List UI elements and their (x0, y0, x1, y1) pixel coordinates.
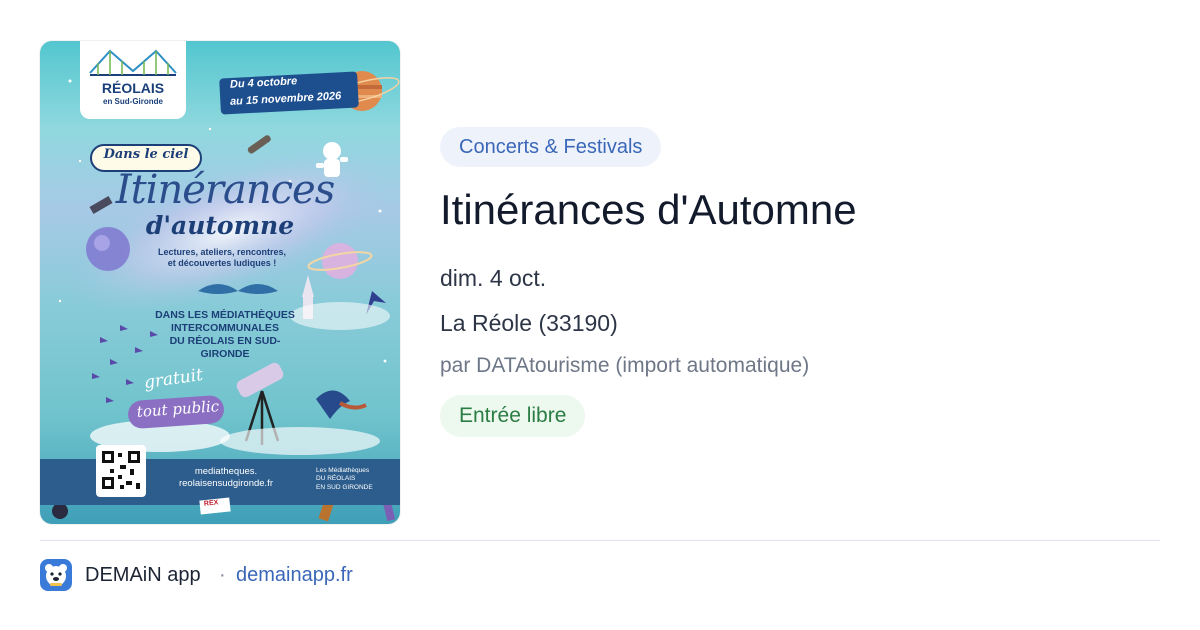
event-poster-image[interactable]: RÉOLAIS en Sud-Gironde Du 4 octobre au 1… (40, 41, 400, 524)
poster-tagline-line-2: et découvertes ludiques ! (167, 258, 277, 269)
event-location: La Réole (33190) (440, 310, 618, 336)
poster-rex-label: REX (203, 499, 219, 508)
poster-les-med-line-1: Les Médiathèques (316, 467, 370, 474)
poster-website-line-2: reolaisensudgironde.fr (178, 478, 273, 489)
poster-venue-line-1: DANS LES MÉDIATHÈQUES (155, 309, 295, 321)
poster-title: Itinérances (115, 167, 335, 213)
reolais-bridge-logo-icon (89, 49, 177, 76)
demain-bear-icon (40, 559, 72, 591)
app-name: DEMAiN app (85, 564, 201, 586)
event-title: Itinérances d'Automne (440, 186, 857, 233)
price-badge: Entrée libre (440, 395, 586, 437)
app-domain-link[interactable]: demainapp.fr (236, 562, 353, 588)
footer-divider (40, 540, 1160, 541)
poster-mediatheques-logo-text: Les Médiathèques DU RÉOLAIS EN SUD GIRON… (316, 467, 396, 492)
poster-tagline-line-1: Lectures, ateliers, rencontres, (157, 247, 287, 257)
footer-separator: · (219, 564, 226, 586)
poster-tagline: Lectures, ateliers, rencontres, et décou… (132, 247, 312, 270)
category-badge[interactable]: Concerts & Festivals (440, 127, 662, 167)
qr-code-icon (96, 445, 146, 497)
poster-venue-line-2: INTERCOMMUNALES (171, 322, 279, 335)
poster-venue-line-3: DU RÉOLAIS EN SUD-GIRONDE (169, 335, 281, 361)
poster-website-line-1: mediatheques. (194, 466, 258, 477)
poster-les-med-line-2: DU RÉOLAIS (316, 475, 356, 483)
event-source: par DATAtourisme (import automatique) (440, 354, 810, 377)
poster-banner: Dans le ciel (103, 147, 189, 162)
poster-logo-title: RÉOLAIS (101, 80, 165, 96)
poster-subtitle: d'automne (145, 211, 295, 240)
event-date: dim. 4 oct. (440, 265, 547, 291)
poster-les-med-line-3: EN SUD GIRONDE (316, 483, 373, 491)
poster-logo-subtitle: en Sud-Gironde (103, 97, 163, 106)
poster-venues: DANS LES MÉDIATHÈQUES INTERCOMMUNALES DU… (150, 309, 300, 362)
